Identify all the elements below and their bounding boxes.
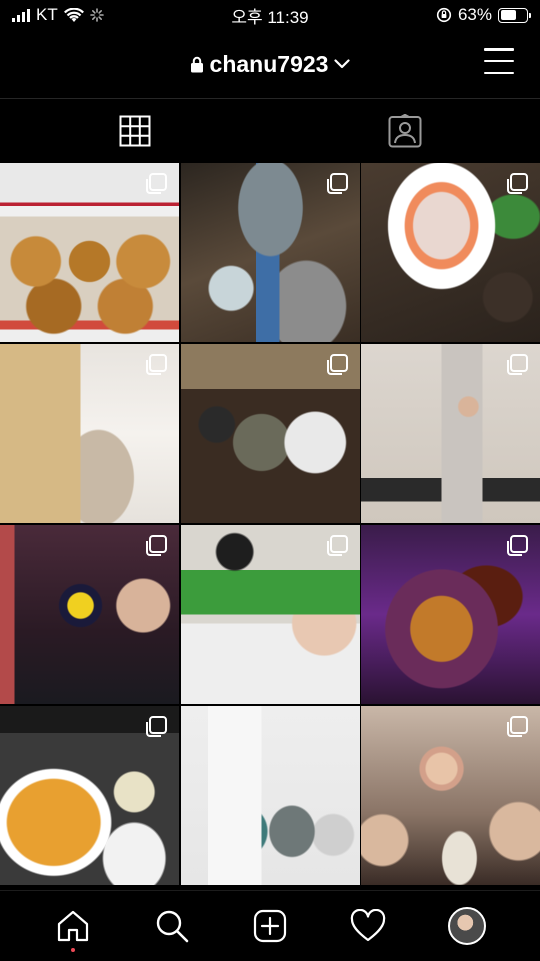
search-icon: [156, 910, 188, 943]
grid-icon: [119, 115, 151, 146]
post-thumbnail[interactable]: [361, 706, 540, 885]
nav-profile[interactable]: [437, 896, 497, 956]
profile-header: chanu7923: [0, 30, 540, 98]
menu-line-icon: [484, 48, 514, 51]
chevron-down-icon: [334, 59, 351, 69]
menu-line-icon: [484, 59, 514, 63]
nav-search[interactable]: [142, 896, 202, 956]
battery-icon: [498, 7, 531, 23]
nav-new-post[interactable]: [240, 896, 300, 956]
status-left: KT: [12, 5, 104, 25]
post-thumbnail[interactable]: [0, 163, 179, 342]
heart-icon: [351, 909, 386, 942]
lock-icon: [190, 56, 203, 72]
post-thumbnail[interactable]: [180, 163, 360, 342]
post-thumbnail[interactable]: [180, 344, 360, 523]
profile-avatar-icon: [447, 907, 486, 945]
home-notification-dot: [71, 948, 76, 952]
wifi-icon: [63, 7, 84, 22]
nav-activity[interactable]: [338, 896, 398, 956]
multiple-photos-icon: [326, 354, 348, 376]
multiple-photos-icon: [506, 716, 528, 738]
battery-percent: 63%: [457, 5, 492, 24]
status-bar: KT 오후 11:39 63%: [0, 0, 540, 30]
profile-tabs: [0, 99, 540, 162]
post-thumbnail[interactable]: [0, 706, 179, 885]
multiple-photos-icon: [506, 354, 528, 376]
status-right: 63%: [436, 5, 531, 25]
multiple-photos-icon: [145, 716, 167, 738]
add-post-icon: [253, 909, 287, 943]
tab-tagged[interactable]: [270, 99, 540, 162]
multiple-photos-icon: [506, 173, 528, 195]
tagged-person-icon: [388, 113, 422, 147]
post-thumbnail[interactable]: [361, 525, 540, 704]
bottom-navigation: [0, 890, 540, 961]
multiple-photos-icon: [326, 535, 348, 557]
post-thumbnail[interactable]: [0, 344, 179, 523]
post-thumbnail[interactable]: [361, 344, 540, 523]
multiple-photos-icon: [326, 173, 348, 195]
multiple-photos-icon: [145, 535, 167, 557]
menu-button[interactable]: [484, 48, 514, 74]
account-switcher[interactable]: chanu7923: [190, 51, 351, 78]
activity-spinner-icon: [89, 8, 104, 22]
nav-home[interactable]: [43, 896, 103, 956]
home-icon: [58, 910, 89, 942]
orientation-lock-icon: [436, 7, 452, 23]
carrier-label: KT: [36, 5, 58, 24]
post-thumbnail[interactable]: [180, 525, 360, 704]
multiple-photos-icon: [145, 354, 167, 376]
posts-grid: [0, 163, 540, 890]
multiple-photos-icon: [145, 173, 167, 195]
menu-line-icon: [484, 71, 514, 74]
tab-posts-grid[interactable]: [0, 99, 270, 162]
signal-icon: [12, 8, 30, 22]
username: chanu7923: [209, 50, 329, 77]
post-thumbnail[interactable]: [180, 706, 360, 885]
post-thumbnail[interactable]: [361, 163, 540, 342]
post-thumbnail[interactable]: [0, 525, 179, 704]
multiple-photos-icon: [506, 535, 528, 557]
